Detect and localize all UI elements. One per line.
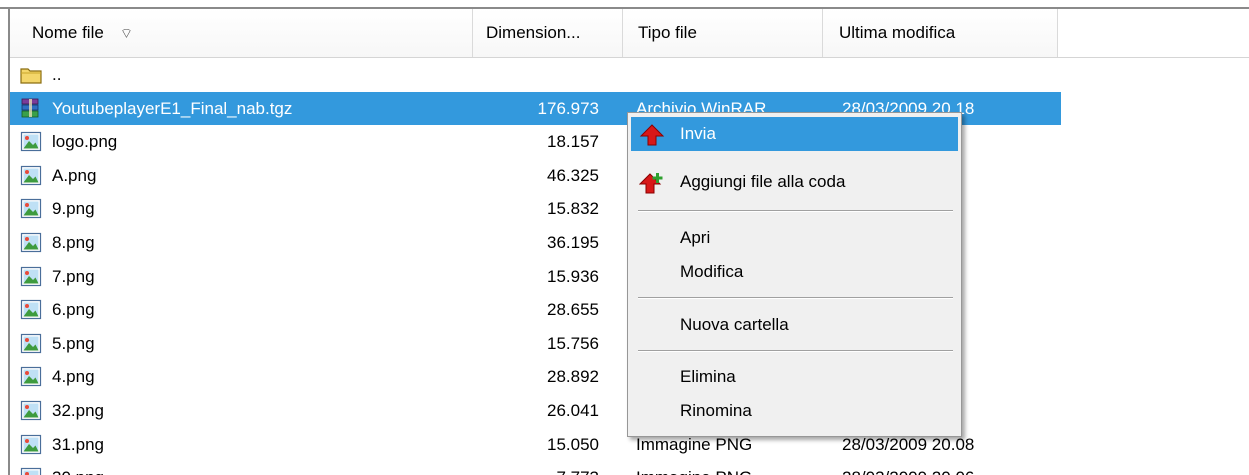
menu-separator — [638, 350, 953, 352]
file-name: 9.png — [52, 199, 95, 219]
file-size — [473, 58, 623, 91]
file-name: 6.png — [52, 300, 95, 320]
file-modified: 28/03/2009 20.06 — [842, 461, 974, 475]
file-name: 30.png — [52, 461, 104, 475]
pane-top-border — [0, 0, 1249, 9]
file-size: 7.773 — [473, 461, 623, 475]
file-name: logo.png — [52, 132, 118, 152]
column-header-size[interactable]: Dimension... — [473, 9, 623, 57]
menu-separator — [638, 297, 953, 299]
column-header-name[interactable]: Nome file ⌔ — [10, 9, 473, 57]
file-name: 4.png — [52, 367, 95, 387]
column-header-type[interactable]: Tipo file — [623, 9, 823, 57]
file-size: 176.973 — [537, 98, 599, 118]
menu-item-edit[interactable]: Modifica — [631, 255, 958, 289]
menu-item-edit-label: Modifica — [680, 262, 744, 281]
file-size: 28.655 — [547, 300, 599, 320]
file-size: 46.325 — [547, 165, 599, 185]
sort-indicator-icon: ⌔ — [119, 25, 133, 41]
file-name: 8.png — [52, 233, 95, 252]
menu-separator — [638, 210, 953, 212]
menu-item-rename-label: Rinomina — [680, 401, 752, 420]
add-to-queue-icon — [639, 173, 663, 194]
file-name: 32.png — [52, 401, 104, 420]
file-size: 36.195 — [547, 233, 599, 252]
context-menu: Invia Aggiungi file alla coda Apri Modif… — [627, 112, 962, 437]
menu-item-delete-label: Elimina — [680, 367, 736, 386]
menu-item-add-to-queue-label: Aggiungi file alla coda — [680, 172, 846, 191]
menu-item-upload[interactable]: Invia — [631, 117, 958, 151]
file-size: 15.936 — [547, 266, 599, 286]
file-size: 15.756 — [547, 333, 599, 353]
file-list-pane: Nome file ⌔ Dimension... Tipo file Ultima… — [0, 0, 1249, 475]
file-size: 15.050 — [547, 434, 599, 454]
file-size: 28.892 — [547, 367, 599, 387]
file-name: 7.png — [52, 266, 95, 286]
column-header-bar: Nome file ⌔ Dimension... Tipo file Ultima… — [10, 9, 1249, 58]
file-name: .. — [52, 65, 62, 84]
file-name: A.png — [52, 165, 97, 185]
file-name: 31.png — [52, 434, 104, 454]
menu-item-open[interactable]: Apri — [631, 221, 958, 255]
file-size: 15.832 — [547, 199, 599, 219]
menu-item-new-folder-label: Nuova cartella — [680, 315, 789, 334]
parent-folder-row[interactable]: .. — [10, 58, 1249, 91]
menu-item-new-folder[interactable]: Nuova cartella — [631, 308, 958, 342]
column-header-modified[interactable]: Ultima modifica — [823, 9, 1058, 57]
menu-item-rename[interactable]: Rinomina — [631, 394, 958, 428]
file-size: 26.041 — [547, 401, 599, 420]
menu-item-delete[interactable]: Elimina — [631, 360, 958, 394]
file-size: 18.157 — [547, 132, 599, 152]
menu-item-open-label: Apri — [680, 228, 711, 247]
column-header-name-label: Nome file — [32, 23, 104, 42]
file-row[interactable]: 30.png 7.773 Immagine PNG 28/03/2009 20.06 — [10, 461, 1249, 475]
file-name: YoutubeplayerE1_Final_nab.tgz — [52, 98, 293, 118]
menu-item-add-to-queue[interactable]: Aggiungi file alla coda — [631, 165, 958, 199]
upload-arrow-icon — [639, 124, 665, 146]
menu-item-upload-label: Invia — [680, 124, 716, 143]
file-name: 5.png — [52, 333, 95, 353]
file-type: Immagine PNG — [636, 461, 752, 475]
